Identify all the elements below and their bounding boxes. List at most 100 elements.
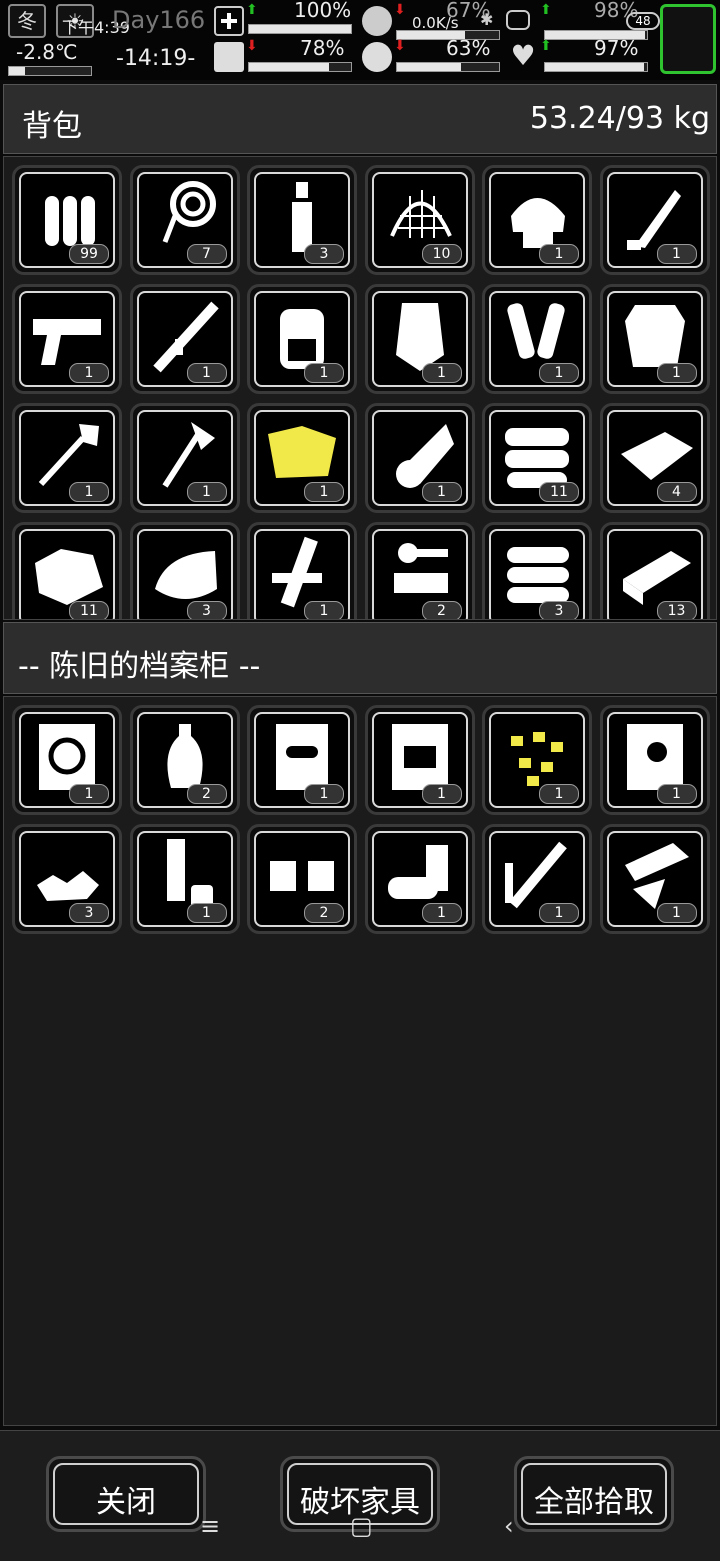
backpack-item-slot[interactable]: 1	[599, 284, 710, 394]
container-item-slot[interactable]: 1	[482, 824, 592, 934]
container-header: -- 陈旧的档案柜 --	[3, 622, 717, 694]
item-count-badge: 2	[304, 903, 344, 923]
item-count-badge: 1	[304, 482, 344, 502]
backpack-item-slot[interactable]: 1	[599, 165, 710, 275]
item-count-badge: 3	[186, 601, 227, 619]
backpack-header: 背包 53.24/93 kg	[3, 84, 717, 154]
backpack-item-slot[interactable]: 3	[129, 522, 240, 619]
trend-up-icon: ⬆	[540, 2, 552, 18]
health-percent: 100%	[294, 0, 352, 22]
backpack-item-slot[interactable]: 1	[129, 403, 240, 513]
item-count-badge: 1	[656, 244, 697, 264]
season-label: 冬	[17, 9, 37, 33]
backpack-weight: 53.24/93 kg	[529, 101, 710, 136]
equipment-slot[interactable]	[660, 4, 716, 74]
backpack-item-slot[interactable]: 7	[129, 165, 240, 275]
container-item-slot[interactable]: 1	[599, 824, 710, 934]
stamina-percent: 78%	[300, 36, 345, 60]
backpack-item-slot[interactable]: 1	[364, 403, 475, 513]
backpack-item-slot[interactable]: 1	[247, 522, 357, 619]
backpack-item-slot[interactable]: 1	[482, 165, 592, 275]
container-item-slot[interactable]: 1	[129, 824, 240, 934]
item-count-badge: 1	[69, 784, 109, 804]
close-button-label: 关闭	[96, 1485, 156, 1520]
container-item-slot[interactable]: 1	[364, 824, 475, 934]
backpack-item-slot[interactable]: 1	[364, 284, 475, 394]
item-count-badge: 3	[304, 244, 344, 264]
back-nav-icon[interactable]: ‹	[504, 1512, 514, 1540]
item-count-badge: 1	[656, 903, 697, 923]
heart-icon: ♥	[510, 39, 536, 72]
battery-icon: 48	[626, 12, 660, 30]
gear-status-icon	[506, 10, 530, 30]
item-count-badge: 1	[421, 784, 462, 804]
thirst-percent: 63%	[446, 36, 491, 60]
backpack-item-slot[interactable]: 1	[247, 403, 357, 513]
pickup-all-label: 全部拾取	[534, 1485, 654, 1520]
item-count-badge: 1	[69, 363, 109, 383]
container-item-slot[interactable]: 2	[129, 705, 240, 815]
item-count-badge: 1	[539, 363, 579, 383]
item-count-badge: 10	[421, 244, 462, 264]
medkit-icon	[214, 6, 244, 36]
battery-level: 48	[635, 14, 651, 28]
trend-down-icon: ⬇	[394, 38, 406, 54]
container-item-slot[interactable]: 1	[364, 705, 475, 815]
backpack-item-slot[interactable]: 4	[599, 403, 710, 513]
backpack-item-slot[interactable]: 3	[482, 522, 592, 619]
backpack-item-slot[interactable]: 1	[482, 284, 592, 394]
season-badge: 冬	[8, 4, 46, 38]
container-item-slot[interactable]: 1	[247, 705, 357, 815]
health-bar	[248, 24, 352, 34]
bluetooth-icon: ✱	[480, 10, 494, 29]
backpack-item-slot[interactable]: 11	[12, 522, 122, 619]
stomach-icon	[362, 6, 392, 36]
backpack-item-slot[interactable]: 2	[364, 522, 475, 619]
item-count-badge: 11	[69, 601, 109, 619]
container-item-slot[interactable]: 3	[12, 824, 122, 934]
item-count-badge: 1	[421, 482, 462, 502]
temperature: -2.8℃	[16, 40, 78, 64]
item-count-badge: 1	[69, 482, 109, 502]
container-title: -- 陈旧的档案柜 --	[18, 649, 261, 684]
backpack-item-slot[interactable]: 1	[247, 284, 357, 394]
item-count-badge: 7	[186, 244, 227, 264]
container-item-slot[interactable]: 1	[599, 705, 710, 815]
close-button[interactable]: 关闭	[46, 1456, 206, 1532]
backpack-item-slot[interactable]: 1	[129, 284, 240, 394]
mood-percent: 97%	[594, 36, 639, 60]
item-count-badge: 1	[539, 903, 579, 923]
item-count-badge: 3	[539, 601, 579, 619]
boot-icon	[214, 42, 244, 72]
day-counter: Day166	[112, 6, 206, 34]
item-count-badge: 1	[539, 784, 579, 804]
trend-up-icon: ⬆	[246, 2, 258, 18]
water-drop-icon	[362, 42, 392, 72]
backpack-item-slot[interactable]: 99	[12, 165, 122, 275]
item-count-badge: 1	[656, 784, 697, 804]
container-item-slot[interactable]: 1	[482, 705, 592, 815]
backpack-item-slot[interactable]: 1	[12, 403, 122, 513]
backpack-item-slot[interactable]: 1	[12, 284, 122, 394]
trend-down-icon: ⬇	[394, 2, 406, 18]
temperature-bar	[8, 66, 92, 76]
status-bar: 冬 ☀ 下午4:39 Day166 -2.8℃ -14:19- ⬆ 100% ⬇…	[0, 0, 720, 80]
item-count-badge: 1	[656, 363, 697, 383]
item-count-badge: 1	[186, 482, 227, 502]
container-grid: 1 2 1 1 1 1 3 1 2 1 1 1	[3, 696, 717, 1426]
container-item-slot[interactable]: 1	[12, 705, 122, 815]
backpack-item-slot[interactable]: 11	[482, 403, 592, 513]
menu-nav-icon[interactable]: ≡	[200, 1512, 220, 1540]
item-count-badge: 1	[539, 244, 579, 264]
backpack-title: 背包	[22, 109, 82, 144]
backpack-grid: 99 7 3 10 1 1 1 1 1 1 1 1 1 1 1 1 11 4 11 3 1 2 3 13	[3, 156, 717, 620]
container-item-slot[interactable]: 2	[247, 824, 357, 934]
backpack-item-slot[interactable]: 3	[247, 165, 357, 275]
pickup-all-button[interactable]: 全部拾取	[514, 1456, 674, 1532]
backpack-item-slot[interactable]: 10	[364, 165, 475, 275]
item-count-badge: 2	[421, 601, 462, 619]
item-count-badge: 1	[304, 784, 344, 804]
item-count-badge: 1	[304, 601, 344, 619]
backpack-item-slot[interactable]: 13	[599, 522, 710, 619]
home-nav-icon[interactable]: ▢	[350, 1512, 373, 1540]
